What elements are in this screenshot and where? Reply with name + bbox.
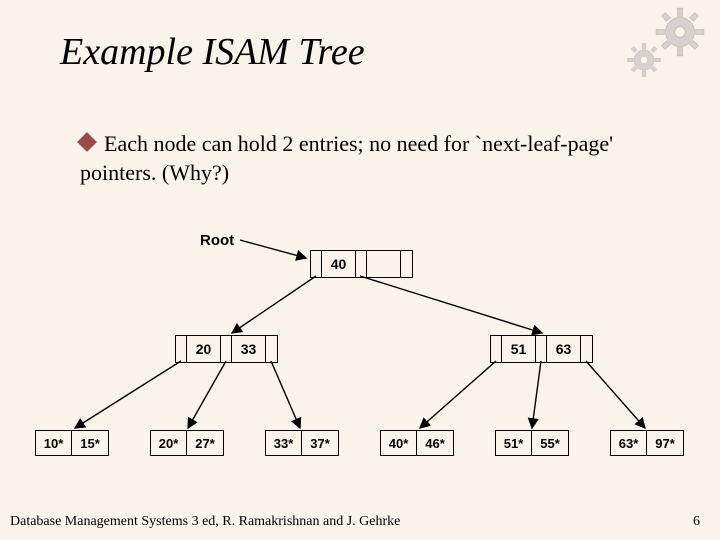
key-cell: 63: [547, 336, 581, 362]
root-label: Root: [200, 232, 234, 249]
key-cell: 51: [502, 336, 536, 362]
pointer-slot: [356, 251, 367, 277]
tree-root-node: 40: [310, 250, 413, 278]
key-cell: 33: [232, 336, 266, 362]
bullet-item: Each node can hold 2 entries; no need fo…: [80, 130, 640, 187]
key-cell: 40: [322, 251, 356, 277]
tree-leaf-node: 40* 46*: [380, 430, 454, 456]
data-cell: 55*: [532, 431, 568, 455]
tree-leaf-node: 51* 55*: [495, 430, 569, 456]
data-cell: 27*: [187, 431, 223, 455]
data-cell: 15*: [72, 431, 108, 455]
pointer-slot: [491, 336, 502, 362]
tree-index-node: 51 63: [490, 335, 593, 363]
pointer-slot: [221, 336, 232, 362]
tree-leaf-node: 63* 97*: [610, 430, 684, 456]
tree-leaf-node: 10* 15*: [35, 430, 109, 456]
slide: Example ISAM Tree Each node can hold 2 e…: [0, 0, 720, 540]
pointer-slot: [536, 336, 547, 362]
pointer-slot: [176, 336, 187, 362]
key-cell: [367, 251, 401, 277]
pointer-slot: [581, 336, 592, 362]
data-cell: 20*: [151, 431, 187, 455]
pointer-slot: [401, 251, 412, 277]
key-cell: 20: [187, 336, 221, 362]
data-cell: 33*: [266, 431, 302, 455]
tree-leaf-node: 33* 37*: [265, 430, 339, 456]
data-cell: 37*: [302, 431, 338, 455]
data-cell: 46*: [417, 431, 453, 455]
data-cell: 63*: [611, 431, 647, 455]
pointer-slot: [266, 336, 277, 362]
bullet-text: Each node can hold 2 entries; no need fo…: [80, 131, 613, 185]
data-cell: 51*: [496, 431, 532, 455]
data-cell: 97*: [647, 431, 683, 455]
pointer-slot: [311, 251, 322, 277]
tree-leaf-node: 20* 27*: [150, 430, 224, 456]
footer-text: Database Management Systems 3 ed, R. Ram…: [10, 514, 400, 530]
page-number: 6: [693, 514, 700, 530]
tree-index-node: 20 33: [175, 335, 278, 363]
bullet-diamond-icon: [77, 132, 97, 152]
data-cell: 40*: [381, 431, 417, 455]
data-cell: 10*: [36, 431, 72, 455]
gear-icon: [626, 42, 662, 78]
page-title: Example ISAM Tree: [60, 30, 365, 74]
